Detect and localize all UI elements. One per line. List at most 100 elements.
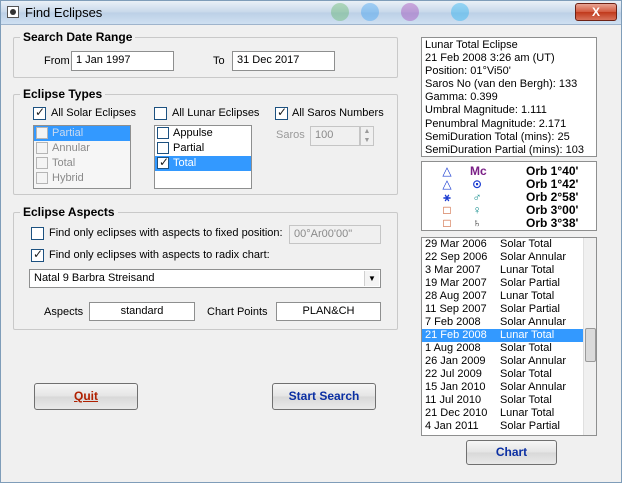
scrollbar-thumb[interactable]: [585, 328, 596, 362]
all-lunar-checkbox[interactable]: [154, 107, 167, 120]
all-saros-checkbox[interactable]: ✓: [275, 105, 288, 120]
all-solar-label: All Solar Eclipses: [51, 107, 136, 119]
list-item[interactable]: Partial: [155, 141, 251, 156]
info-line: SemiDuration Partial (mins): 103: [425, 143, 584, 156]
info-line: Lunar Total Eclipse: [425, 39, 518, 51]
list-item[interactable]: Hybrid: [34, 171, 130, 186]
close-button[interactable]: X: [575, 3, 617, 21]
eclipse-type: Lunar Total: [500, 264, 555, 276]
list-item[interactable]: 22 Sep 2006 Solar Annular: [422, 251, 596, 264]
list-item[interactable]: Total: [34, 156, 130, 171]
list-item[interactable]: Appulse: [155, 126, 251, 141]
decor-circle-icon: [451, 3, 469, 21]
eclipse-type: Solar Annular: [500, 316, 567, 328]
list-item[interactable]: 1 Aug 2008 Solar Total: [422, 342, 596, 355]
decor-circle-icon: [331, 3, 349, 21]
eclipse-type: Lunar Total: [500, 329, 555, 341]
group-legend: Search Date Range: [20, 30, 136, 44]
list-item[interactable]: 7 Feb 2008 Solar Annular: [422, 316, 596, 329]
chevron-down-icon[interactable]: ▼: [364, 271, 379, 286]
eclipse-date: 3 Mar 2007: [425, 264, 481, 276]
eclipse-date: 15 Jan 2010: [425, 381, 486, 393]
list-item[interactable]: 11 Jul 2010 Solar Total: [422, 394, 596, 407]
saros-number-field[interactable]: 100: [310, 126, 360, 146]
list-item[interactable]: Partial: [34, 126, 130, 141]
info-line: Position: 01°Vi50': [425, 65, 511, 78]
title-bar[interactable]: Find Eclipses X: [1, 1, 621, 25]
list-item[interactable]: Annular: [34, 141, 130, 156]
info-line: 21 Feb 2008 3:26 am (UT): [425, 52, 555, 65]
from-date-field[interactable]: 1 Jan 1997: [71, 51, 174, 71]
aspect-row: □ ♀ Orb 3°00': [422, 203, 596, 217]
eclipse-date: 28 Aug 2007: [425, 290, 487, 302]
list-item[interactable]: 3 Mar 2007 Lunar Total: [422, 264, 596, 277]
eclipse-type: Lunar Total: [500, 290, 555, 302]
eclipse-type: Solar Total: [500, 368, 552, 380]
list-item[interactable]: 26 Jan 2009 Solar Annular: [422, 355, 596, 368]
orb-value: Orb 1°42': [526, 177, 579, 191]
info-line: Penumbral Magnitude: 2.171: [425, 117, 567, 130]
fixed-position-field[interactable]: 00°Ar00'00": [289, 225, 381, 244]
lunar-types-list[interactable]: Appulse Partial ✓ Total: [154, 125, 252, 189]
square-icon: □: [443, 216, 451, 230]
eclipse-date: 21 Feb 2008: [425, 329, 487, 341]
eclipse-info-panel: Lunar Total Eclipse 21 Feb 2008 3:26 am …: [421, 37, 597, 157]
list-item[interactable]: 22 Jul 2009 Solar Total: [422, 368, 596, 381]
eclipse-date: 22 Jul 2009: [425, 368, 482, 380]
list-item[interactable]: 19 Mar 2007 Solar Partial: [422, 277, 596, 290]
orb-value: Orb 3°00': [526, 203, 579, 217]
eclipse-type: Solar Partial: [500, 277, 560, 289]
venus-icon: ♀: [472, 203, 482, 217]
from-label: From: [44, 55, 70, 67]
aspect-row: △ ⊙ Orb 1°42': [422, 177, 596, 191]
window-title: Find Eclipses: [25, 5, 103, 20]
orb-value: Orb 1°40': [526, 164, 579, 178]
spin-down-icon[interactable]: ▼: [361, 136, 373, 145]
chart-points-field[interactable]: PLAN&CH: [276, 302, 381, 321]
spin-up-icon[interactable]: ▲: [361, 127, 373, 136]
quit-button[interactable]: Quit: [34, 383, 138, 410]
list-item[interactable]: 4 Jan 2011 Solar Partial: [422, 420, 596, 433]
list-item[interactable]: 28 Aug 2007 Lunar Total: [422, 290, 596, 303]
to-label: To: [213, 55, 225, 67]
eclipse-results-list[interactable]: 29 Mar 2006 Solar Total 22 Sep 2006 Solar A…: [421, 237, 597, 436]
list-item[interactable]: 21 Dec 2010 Lunar Total: [422, 407, 596, 420]
radix-chart-checkbox[interactable]: ✓: [31, 247, 44, 262]
decor-circle-icon: [361, 3, 379, 21]
results-scrollbar[interactable]: [583, 238, 596, 435]
saros-spinner[interactable]: ▲ ▼: [360, 126, 374, 146]
eclipse-date: 11 Jul 2010: [425, 394, 482, 406]
all-lunar-label: All Lunar Eclipses: [172, 107, 260, 119]
all-saros-label: All Saros Numbers: [292, 107, 384, 119]
app-icon: [7, 6, 19, 18]
eclipse-date: 7 Feb 2008: [425, 316, 481, 328]
list-item[interactable]: ✓ Total: [155, 155, 251, 171]
list-item[interactable]: 11 Sep 2007 Solar Partial: [422, 303, 596, 316]
eclipse-type: Solar Annular: [500, 251, 567, 263]
eclipse-type: Solar Total: [500, 238, 552, 250]
eclipse-type: Solar Total: [500, 394, 552, 406]
mars-icon: ♂: [472, 190, 482, 204]
eclipse-date: 19 Mar 2007: [425, 277, 487, 289]
eclipse-type: Solar Total: [500, 342, 552, 354]
to-date-field[interactable]: 31 Dec 2017: [232, 51, 335, 71]
aspect-row: ⚹ ♂ Orb 2°58': [422, 190, 596, 204]
saturn-icon: ♄: [472, 216, 482, 230]
fixed-position-checkbox[interactable]: [31, 227, 44, 240]
list-item[interactable]: 21 Feb 2008 Lunar Total: [422, 329, 596, 342]
group-legend: Eclipse Aspects: [20, 205, 118, 219]
orb-value: Orb 2°58': [526, 190, 579, 204]
info-line: Saros No (van den Bergh): 133: [425, 78, 578, 91]
saros-label: Saros: [276, 129, 305, 141]
start-search-button[interactable]: Start Search: [272, 383, 376, 410]
chart-button[interactable]: Chart: [466, 440, 557, 465]
list-item[interactable]: 29 Mar 2006 Solar Total: [422, 238, 596, 251]
aspects-field[interactable]: standard: [89, 302, 195, 321]
eclipse-type: Solar Annular: [500, 355, 567, 367]
midheaven-icon: Mc: [470, 164, 487, 178]
solar-types-list[interactable]: Partial Annular Total Hybrid: [33, 125, 131, 189]
all-solar-checkbox[interactable]: ✓: [33, 105, 46, 120]
eclipse-date: 22 Sep 2006: [425, 251, 488, 263]
list-item[interactable]: 15 Jan 2010 Solar Annular: [422, 381, 596, 394]
chart-select-dropdown[interactable]: Natal 9 Barbra Streisand ▼: [29, 269, 381, 288]
